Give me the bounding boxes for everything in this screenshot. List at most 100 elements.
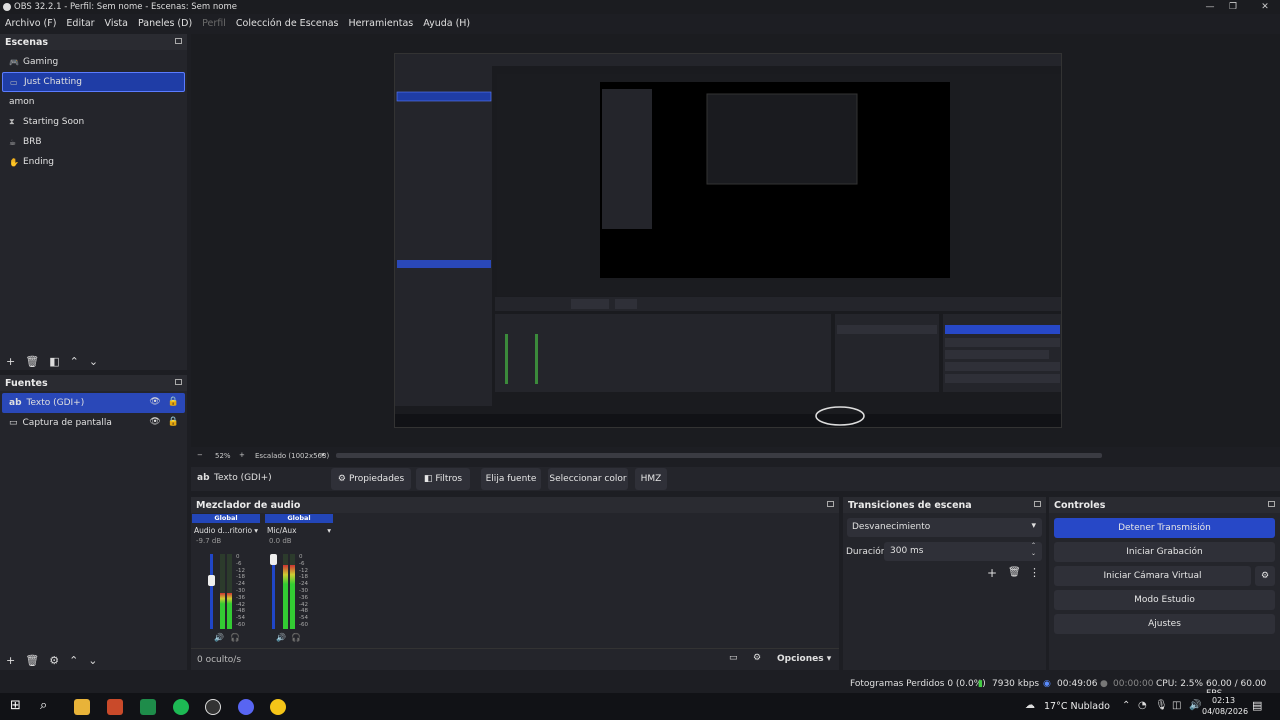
volume-slider[interactable] bbox=[272, 554, 275, 629]
text-source-icon: ab bbox=[9, 398, 22, 408]
tray-chevron-icon[interactable]: ⌃ bbox=[1122, 700, 1130, 711]
close-button[interactable]: ✕ bbox=[1250, 0, 1280, 14]
source-item-captura[interactable]: ▭ Captura de pantalla 👁 🔒 bbox=[2, 413, 185, 433]
move-down-icon[interactable]: ⌄ bbox=[88, 654, 97, 667]
layout-icon[interactable]: ▭ bbox=[729, 653, 738, 663]
scene-item-gaming[interactable]: 🎮 Gaming bbox=[2, 52, 185, 72]
transition-select[interactable]: Desvanecimiento ▾ bbox=[847, 518, 1042, 537]
network-icon[interactable]: ◫ bbox=[1172, 700, 1181, 711]
scene-item-amon[interactable]: amon bbox=[2, 92, 185, 112]
studio-mode-button[interactable]: Modo Estudio bbox=[1054, 590, 1275, 610]
virtual-camera-settings-button[interactable]: ⚙ bbox=[1255, 566, 1275, 586]
properties-button[interactable]: ⚙ Propiedades bbox=[331, 468, 411, 490]
filters-button[interactable]: ◧ Filtros bbox=[416, 468, 470, 490]
scene-item-brb[interactable]: ☕ BRB bbox=[2, 132, 185, 152]
scene-item-just-chatting[interactable]: ▭ Just Chatting bbox=[2, 72, 185, 92]
transition-selected-value: Desvanecimiento bbox=[852, 522, 931, 532]
meter-scale-label: -24 bbox=[236, 581, 245, 588]
float-icon[interactable] bbox=[1034, 501, 1041, 507]
float-icon[interactable] bbox=[1268, 501, 1275, 507]
mixer-channel-mic: Global Mic/Aux ▾ 0.0 dB 0 -6 -12 -18 -24 -30-… bbox=[265, 514, 333, 644]
menu-paneles[interactable]: Paneles (D) bbox=[133, 18, 197, 29]
float-icon[interactable] bbox=[827, 501, 834, 507]
volume-slider-handle[interactable] bbox=[270, 554, 277, 565]
windows-start-icon[interactable]: ⊞ bbox=[10, 698, 21, 713]
lock-icon[interactable]: 🔒 bbox=[168, 417, 179, 427]
select-color-button[interactable]: Seleccionar color bbox=[548, 468, 628, 490]
scene-item-starting-soon[interactable]: ⧗ Starting Soon bbox=[2, 112, 185, 132]
move-up-icon[interactable]: ⌃ bbox=[70, 355, 79, 368]
trash-icon[interactable]: 🗑 bbox=[1008, 567, 1021, 578]
headphones-icon[interactable]: 🎧 bbox=[291, 633, 301, 642]
gear-icon: ⚙ bbox=[1260, 571, 1270, 581]
headphones-icon[interactable]: 🎧 bbox=[230, 633, 240, 642]
app-icon[interactable] bbox=[140, 699, 156, 715]
microphone-icon[interactable]: 🎙 bbox=[1155, 700, 1168, 711]
channel-menu-icon[interactable]: ▾ bbox=[327, 526, 331, 535]
coffee-icon: ☕ bbox=[9, 137, 17, 147]
spotify-icon[interactable] bbox=[173, 699, 189, 715]
obs-icon[interactable] bbox=[205, 699, 221, 715]
spin-up-icon[interactable]: ⌃ bbox=[1031, 542, 1036, 549]
speaker-icon[interactable]: 🔊 bbox=[214, 633, 224, 642]
search-icon[interactable]: ⌕ bbox=[40, 698, 47, 713]
volume-icon[interactable]: 🔊 bbox=[1189, 700, 1201, 711]
menu-ayuda[interactable]: Ayuda (H) bbox=[418, 18, 475, 29]
preview-canvas[interactable] bbox=[394, 53, 1062, 428]
add-icon[interactable]: + bbox=[6, 654, 15, 667]
move-down-icon[interactable]: ⌄ bbox=[89, 355, 98, 368]
horizontal-scrollbar[interactable] bbox=[336, 453, 1102, 458]
spin-down-icon[interactable]: ⌄ bbox=[1031, 550, 1036, 557]
menu-coleccion[interactable]: Colección de Escenas bbox=[231, 18, 344, 29]
start-virtual-camera-button[interactable]: Iniciar Cámara Virtual bbox=[1054, 566, 1251, 586]
more-options-icon[interactable]: ⋮ bbox=[1029, 566, 1040, 579]
discord-icon[interactable] bbox=[238, 699, 254, 715]
add-transition-icon[interactable]: + bbox=[987, 566, 997, 580]
choose-font-button[interactable]: Elija fuente bbox=[481, 468, 541, 490]
channel-name: Audio d...ritorio bbox=[194, 526, 253, 535]
hmz-button[interactable]: HMZ bbox=[635, 468, 667, 490]
volume-slider[interactable] bbox=[210, 554, 213, 629]
menu-archivo[interactable]: Archivo (F) bbox=[0, 18, 61, 29]
menu-editar[interactable]: Editar bbox=[61, 18, 99, 29]
menu-perfil[interactable]: Perfil bbox=[197, 18, 231, 29]
signal-icon: ▮ bbox=[978, 679, 983, 689]
add-icon[interactable]: + bbox=[6, 355, 15, 368]
duration-spinbox[interactable]: 300 ms ⌃ ⌄ bbox=[884, 542, 1042, 561]
app-icon[interactable] bbox=[270, 699, 286, 715]
gear-icon[interactable]: ⚙ bbox=[49, 654, 59, 667]
notification-icon[interactable]: ▤ bbox=[1252, 699, 1262, 712]
advanced-audio-icon[interactable]: ⚙ bbox=[753, 653, 761, 663]
scene-item-ending[interactable]: ✋ Ending bbox=[2, 152, 185, 172]
tray-app-icon[interactable]: ◔ bbox=[1138, 700, 1147, 711]
settings-button[interactable]: Ajustes bbox=[1054, 614, 1275, 634]
clock-time[interactable]: 02:13 bbox=[1212, 696, 1235, 705]
trash-icon[interactable]: 🗑 bbox=[25, 355, 39, 368]
eye-icon[interactable]: 👁 bbox=[149, 417, 160, 427]
float-icon[interactable] bbox=[175, 379, 182, 385]
menu-vista[interactable]: Vista bbox=[100, 18, 133, 29]
zoom-in-icon[interactable]: + bbox=[239, 451, 245, 459]
speaker-icon[interactable]: 🔊 bbox=[276, 633, 286, 642]
trash-icon[interactable]: 🗑 bbox=[25, 654, 39, 667]
channel-menu-icon[interactable]: ▾ bbox=[254, 526, 258, 535]
zoom-out-icon[interactable]: − bbox=[197, 451, 203, 459]
source-label: Captura de pantalla bbox=[22, 418, 112, 428]
scale-dropdown-icon[interactable]: ▾ bbox=[321, 451, 325, 459]
eye-icon[interactable]: 👁 bbox=[149, 397, 160, 407]
source-item-texto[interactable]: ab Texto (GDI+) 👁 🔒 bbox=[2, 393, 185, 413]
float-icon[interactable] bbox=[175, 38, 182, 44]
start-recording-button[interactable]: Iniciar Grabación bbox=[1054, 542, 1275, 562]
clock-date[interactable]: 04/08/2026 bbox=[1202, 707, 1248, 716]
mixer-footer: 0 oculto/s ▭ ⚙ Opciones ▾ bbox=[191, 648, 839, 670]
menu-herramientas[interactable]: Herramientas bbox=[344, 18, 419, 29]
mixer-options-button[interactable]: Opciones ▾ bbox=[777, 654, 831, 664]
move-up-icon[interactable]: ⌃ bbox=[69, 654, 78, 667]
lock-icon[interactable]: 🔒 bbox=[168, 397, 179, 407]
stop-streaming-button[interactable]: Detener Transmisión bbox=[1054, 518, 1275, 538]
filter-icon[interactable]: ◧ bbox=[49, 355, 59, 368]
file-explorer-icon[interactable] bbox=[74, 699, 90, 715]
volume-slider-handle[interactable] bbox=[208, 575, 215, 586]
restore-button[interactable]: ❐ bbox=[1218, 0, 1248, 14]
brave-browser-icon[interactable] bbox=[107, 699, 123, 715]
